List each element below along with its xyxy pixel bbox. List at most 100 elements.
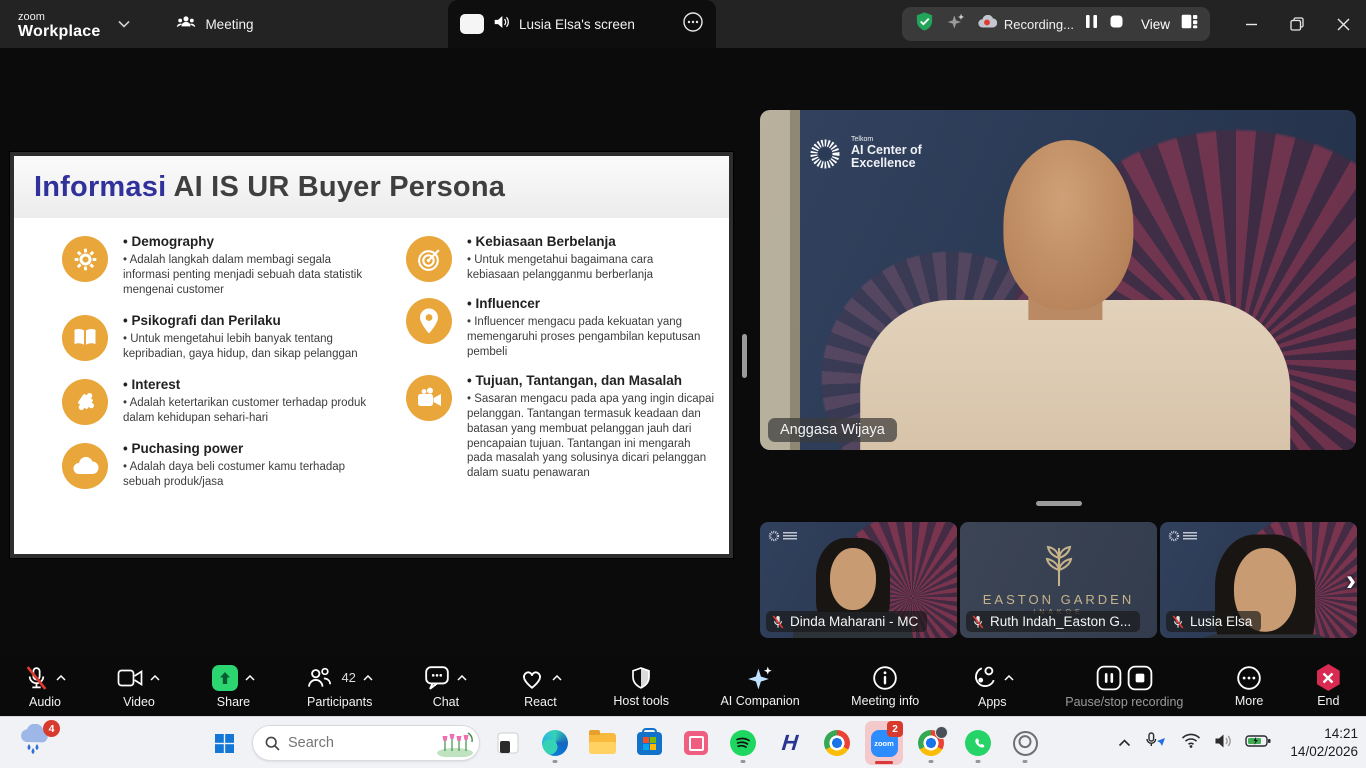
end-meeting-button[interactable]: End xyxy=(1315,664,1342,708)
chevron-up-icon[interactable] xyxy=(245,675,255,681)
chevron-up-icon[interactable] xyxy=(363,675,373,681)
speaker-icon xyxy=(493,14,510,35)
chevron-up-icon[interactable] xyxy=(457,675,467,681)
book-icon xyxy=(62,315,108,361)
chevron-up-icon[interactable] xyxy=(150,675,160,681)
ai-sparkle-icon[interactable] xyxy=(946,12,966,37)
wifi-icon[interactable] xyxy=(1181,733,1201,753)
participant-name-tag: Anggasa Wijaya xyxy=(768,418,897,442)
ai-companion-button[interactable]: AI Companion xyxy=(720,665,799,708)
meeting-info-button[interactable]: Meeting info xyxy=(851,665,919,708)
chrome-icon[interactable] xyxy=(818,722,856,764)
chat-button[interactable]: Chat xyxy=(424,664,467,709)
muted-mic-icon xyxy=(972,615,984,629)
audio-button[interactable]: Audio xyxy=(24,664,66,709)
item-heading: Kebiasaan Berbelanja xyxy=(467,234,719,249)
next-participants-arrow[interactable]: › xyxy=(1338,564,1364,598)
chevron-up-icon[interactable] xyxy=(552,675,562,681)
panel-resize-handle-vertical[interactable] xyxy=(742,334,747,378)
restore-button[interactable] xyxy=(1274,0,1320,48)
recording-indicator: Recording... xyxy=(977,15,1074,34)
taskbar-clock[interactable]: 14:21 14/02/2026 xyxy=(1290,725,1358,760)
battery-icon[interactable] xyxy=(1245,734,1271,753)
search-highlight-flowers xyxy=(435,729,475,757)
easton-garden-title: EASTON GARDEN xyxy=(983,592,1134,607)
slide-title: Informasi AI IS UR Buyer Persona xyxy=(34,171,505,204)
view-button-label[interactable]: View xyxy=(1141,17,1170,32)
main-speaker-video[interactable]: Telkom AI Center of Excellence Anggasa W… xyxy=(760,110,1356,450)
muted-mic-icon xyxy=(772,615,784,629)
more-ellipsis-icon xyxy=(1236,665,1262,691)
windows-logo-icon xyxy=(215,734,234,753)
host-tools-button[interactable]: Host tools xyxy=(613,665,669,708)
stop-recording-icon xyxy=(1127,665,1153,691)
h-app-icon[interactable]: H xyxy=(771,722,809,764)
spotify-icon[interactable] xyxy=(724,722,762,764)
participant-name-tag: Lusia Elsa xyxy=(1166,611,1261,632)
widgets-app-icon[interactable] xyxy=(489,722,527,764)
tray-mic-location-icon[interactable] xyxy=(1144,732,1168,755)
volume-icon[interactable] xyxy=(1214,733,1232,754)
tab-shared-screen-label: Lusia Elsa's screen xyxy=(519,17,673,32)
ring-app-icon[interactable] xyxy=(1006,722,1044,764)
chevron-up-icon[interactable] xyxy=(56,675,66,681)
pause-stop-recording-button[interactable]: Pause/stop recording xyxy=(1065,664,1183,709)
pause-recording-icon[interactable] xyxy=(1085,14,1098,34)
clock-date: 14/02/2026 xyxy=(1290,743,1358,761)
item-heading: Psikografi dan Perilaku xyxy=(123,313,380,328)
tab-meeting[interactable]: Meeting xyxy=(176,14,253,35)
easton-garden-leaf-logo xyxy=(1036,544,1082,588)
video-thumbnail-ruth[interactable]: EASTON GARDEN INAKOE Ruth Indah_Easton G… xyxy=(960,522,1157,638)
weather-widget[interactable]: 4 xyxy=(16,724,56,762)
chevron-down-icon[interactable] xyxy=(118,15,130,33)
close-button[interactable] xyxy=(1320,0,1366,48)
share-button[interactable]: Share xyxy=(212,664,255,709)
apps-button[interactable]: Apps xyxy=(971,664,1014,709)
taskbar-search[interactable] xyxy=(252,725,480,761)
item-body: Untuk mengetahui bagaimana cara kebiasaa… xyxy=(467,253,667,283)
whatsapp-icon[interactable] xyxy=(959,722,997,764)
chevron-up-icon[interactable] xyxy=(1004,675,1014,681)
slide-item-influencer: Influencer Influencer mengacu pada kekua… xyxy=(406,296,719,360)
meeting-status-pill: Recording... View xyxy=(902,7,1210,41)
view-layout-icon[interactable] xyxy=(1181,14,1198,34)
item-body: Influencer mengacu pada kekuatan yang me… xyxy=(467,315,719,360)
cloud-icon xyxy=(62,443,108,489)
screen-preview-thumbnail xyxy=(460,14,484,34)
zoom-app-icon-active[interactable]: zoom 2 xyxy=(865,721,903,765)
zoom-workplace-brand: zoom Workplace xyxy=(18,8,100,40)
file-explorer-icon[interactable] xyxy=(583,722,621,764)
panel-resize-handle-horizontal[interactable] xyxy=(1036,501,1082,506)
react-button[interactable]: React xyxy=(519,664,562,709)
stop-recording-icon[interactable] xyxy=(1109,14,1124,34)
tab-options-icon[interactable] xyxy=(682,11,704,38)
minimize-button[interactable] xyxy=(1228,0,1274,48)
end-meeting-icon xyxy=(1315,664,1342,691)
participants-button[interactable]: 42 Participants xyxy=(306,664,372,709)
map-pin-icon xyxy=(406,298,452,344)
item-body: Untuk mengetahui lebih banyak tentang ke… xyxy=(123,332,380,362)
zoom-meeting-window: zoom Workplace Meeting Lusia Elsa's scre… xyxy=(0,0,1366,768)
security-shield-icon[interactable] xyxy=(914,11,935,37)
video-thumbnail-lusia[interactable]: Lusia Elsa xyxy=(1160,522,1357,638)
tray-expand-chevron-icon[interactable] xyxy=(1118,734,1131,752)
video-button[interactable]: Video xyxy=(117,664,160,709)
search-input[interactable] xyxy=(288,735,427,751)
edge-browser-icon[interactable] xyxy=(536,722,574,764)
photos-app-icon[interactable] xyxy=(677,722,715,764)
tab-shared-screen[interactable]: Lusia Elsa's screen xyxy=(448,0,716,48)
windows-taskbar: 4 H zoom xyxy=(0,716,1366,768)
chrome-profile-icon[interactable] xyxy=(912,722,950,764)
slide-item-demography: Demography Adalah langkah dalam membagi … xyxy=(62,234,380,298)
slide-title-bar: Informasi AI IS UR Buyer Persona xyxy=(14,156,729,218)
item-body: Adalah ketertarikan customer terhadap pr… xyxy=(123,396,380,426)
more-button[interactable]: More xyxy=(1235,665,1263,708)
meeting-stage: Informasi AI IS UR Buyer Persona Demogra… xyxy=(0,48,1366,656)
recording-cloud-icon xyxy=(977,15,997,34)
video-thumbnail-dinda[interactable]: Dinda Maharani - MC xyxy=(760,522,957,638)
start-button[interactable] xyxy=(205,722,243,764)
participant-name-tag: Dinda Maharani - MC xyxy=(766,611,927,632)
microsoft-store-icon[interactable] xyxy=(630,722,668,764)
video-camera-icon xyxy=(117,666,143,690)
slide-item-purchasing: Puchasing power Adalah daya beli costume… xyxy=(62,441,380,490)
